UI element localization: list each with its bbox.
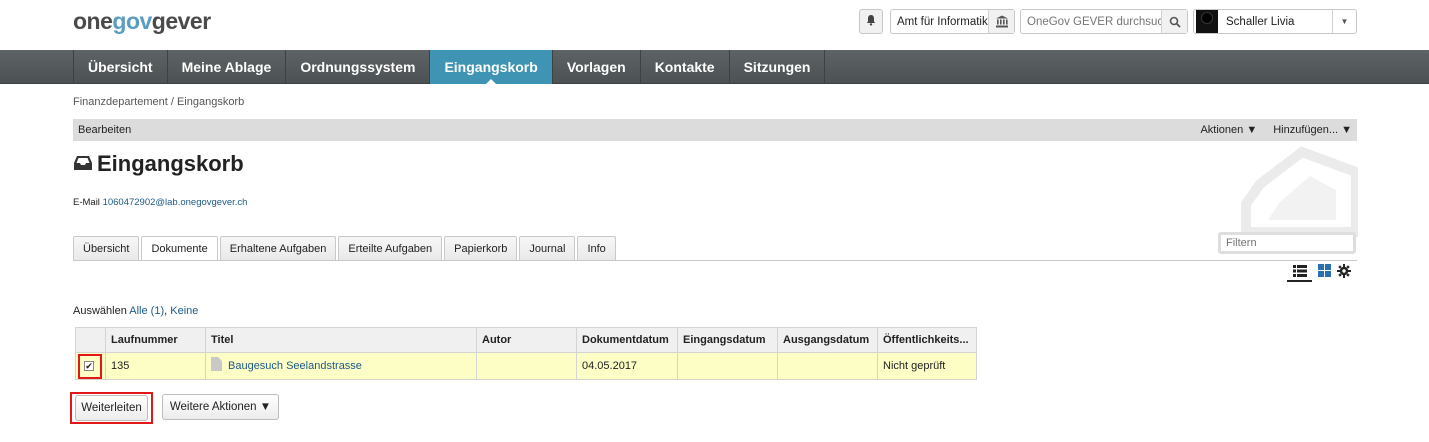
building-icon xyxy=(988,10,1014,33)
cell-dokumentdatum: 04.05.2017 xyxy=(576,352,678,380)
avatar xyxy=(1196,10,1218,33)
global-search[interactable] xyxy=(1020,9,1188,34)
search-icon[interactable] xyxy=(1161,10,1187,33)
nav-item-eingangskorb[interactable]: Eingangskorb xyxy=(430,50,553,85)
logo-part-one: one xyxy=(73,8,113,34)
selection-controls: Auswählen Alle (1), Keine xyxy=(73,305,198,317)
nav-item-ordnungssystem[interactable]: Ordnungssystem xyxy=(286,50,431,84)
bell-icon xyxy=(865,14,877,29)
cell-eingangsdatum xyxy=(677,352,778,380)
user-menu[interactable]: Schaller Livia ▼ xyxy=(1193,9,1357,34)
more-actions-button[interactable]: Weitere Aktionen ▼ xyxy=(162,394,279,420)
filter-input[interactable] xyxy=(1218,232,1356,254)
breadcrumb[interactable]: Finanzdepartement / Eingangskorb xyxy=(73,96,244,108)
row-checkbox-cell[interactable]: ✔ xyxy=(75,352,106,380)
column-header[interactable]: Laufnummer xyxy=(105,327,206,353)
column-header[interactable]: Öffentlichkeits... xyxy=(877,327,977,353)
column-header[interactable]: Autor xyxy=(476,327,577,353)
inbox-icon xyxy=(73,154,93,175)
inbox-watermark-icon xyxy=(1240,144,1361,243)
nav-item-kontakte[interactable]: Kontakte xyxy=(641,50,730,84)
page-title-text: Eingangskorb xyxy=(97,151,244,176)
column-header[interactable]: Ausgangsdatum xyxy=(777,327,878,353)
tab-erhaltene-aufgaben[interactable]: Erhaltene Aufgaben xyxy=(219,236,337,260)
nav-item-sitzungen[interactable]: Sitzungen xyxy=(730,50,826,84)
cell-titel: Baugesuch Seelandstrasse xyxy=(205,352,477,380)
tab-journal[interactable]: Journal xyxy=(519,236,576,260)
column-header[interactable]: Titel xyxy=(205,327,477,353)
select-label: Auswählen xyxy=(73,305,127,317)
select-all-link[interactable]: Alle (1) xyxy=(129,305,164,317)
cell-autor xyxy=(476,352,577,380)
view-switcher xyxy=(1287,262,1351,282)
edit-button[interactable]: Bearbeiten xyxy=(78,124,131,136)
cell-oeffentlichkeit: Nicht geprüft xyxy=(877,352,977,380)
action-bar: Bearbeiten Aktionen ▼ Hinzufügen... ▼ xyxy=(73,119,1357,141)
page-title: Eingangskorb xyxy=(73,151,244,177)
cell-ausgangsdatum xyxy=(777,352,878,380)
logo[interactable]: onegovgever xyxy=(73,8,211,35)
nav-item-meine-ablage[interactable]: Meine Ablage xyxy=(168,50,287,84)
tab-info[interactable]: Info xyxy=(577,236,616,260)
header-checkbox-column xyxy=(75,327,106,353)
documents-table: Laufnummer Titel Autor Dokumentdatum Ein… xyxy=(75,327,977,380)
notifications-button[interactable] xyxy=(859,9,883,34)
search-input[interactable] xyxy=(1021,10,1161,33)
column-header[interactable]: Eingangsdatum xyxy=(677,327,778,353)
select-none-link[interactable]: Keine xyxy=(170,305,198,317)
user-name: Schaller Livia xyxy=(1226,15,1295,28)
email-line: E-Mail 1060472902@lab.onegovgever.ch xyxy=(73,197,247,208)
nav-item-vorlagen[interactable]: Vorlagen xyxy=(553,50,641,84)
select-separator: , xyxy=(164,305,168,317)
tab-papierkorb[interactable]: Papierkorb xyxy=(444,236,518,260)
org-unit-label: Amt für Informatik xyxy=(897,15,988,28)
logo-part-gov: gov xyxy=(112,8,152,34)
list-view-icon[interactable] xyxy=(1287,262,1312,282)
gear-icon[interactable] xyxy=(1337,263,1351,281)
document-title-link[interactable]: Baugesuch Seelandstrasse xyxy=(228,360,362,372)
actions-menu[interactable]: Aktionen ▼ xyxy=(1200,124,1257,136)
tab-erteilte-aufgaben[interactable]: Erteilte Aufgaben xyxy=(338,236,443,260)
tab-dokumente[interactable]: Dokumente xyxy=(141,236,218,261)
tab-bar: Übersicht Dokumente Erhaltene Aufgaben E… xyxy=(73,236,618,261)
nav-item-uebersicht[interactable]: Übersicht xyxy=(74,50,168,84)
grid-view-icon[interactable] xyxy=(1318,264,1331,280)
org-unit-selector[interactable]: Amt für Informatik xyxy=(890,9,1015,34)
main-navigation: Übersicht Meine Ablage Ordnungssystem Ei… xyxy=(0,50,1429,85)
document-icon xyxy=(211,357,222,371)
forward-button[interactable]: Weiterleiten xyxy=(75,395,148,421)
table-header-row: Laufnummer Titel Autor Dokumentdatum Ein… xyxy=(75,327,977,353)
table-row[interactable]: ✔ 135 Baugesuch Seelandstrasse 04.05.201… xyxy=(75,352,977,380)
cell-laufnummer: 135 xyxy=(105,352,206,380)
email-link[interactable]: 1060472902@lab.onegovgever.ch xyxy=(103,197,248,208)
add-menu[interactable]: Hinzufügen... ▼ xyxy=(1273,124,1352,136)
chevron-down-icon[interactable]: ▼ xyxy=(1332,10,1356,33)
email-label: E-Mail xyxy=(73,197,100,208)
row-checkbox[interactable]: ✔ xyxy=(84,361,94,371)
column-header[interactable]: Dokumentdatum xyxy=(576,327,678,353)
tabs-divider xyxy=(73,260,1357,261)
logo-part-gever: gever xyxy=(151,8,211,34)
tab-uebersicht[interactable]: Übersicht xyxy=(73,236,140,260)
